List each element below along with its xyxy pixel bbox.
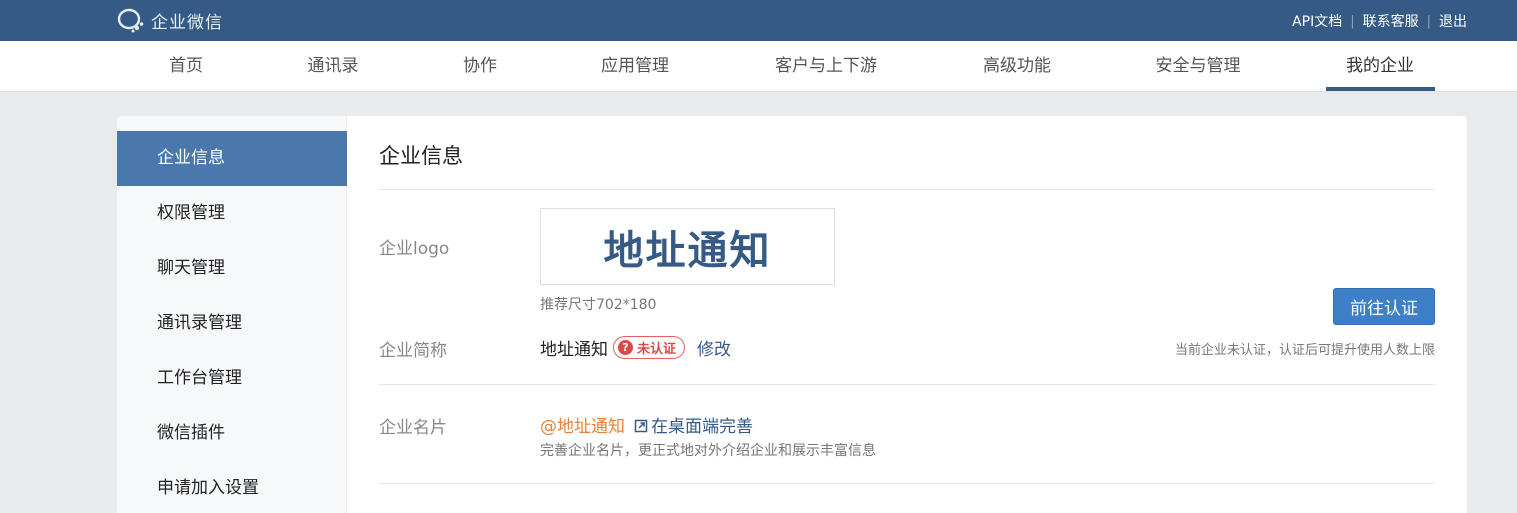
external-link-icon — [634, 418, 648, 432]
business-card-label: 企业名片 — [379, 418, 447, 438]
wecom-logo-icon — [117, 7, 147, 33]
business-card-hint: 完善企业名片，更正式地对外介绍企业和展示丰富信息 — [540, 443, 876, 459]
sidebar-item-wechat-plugin[interactable]: 微信插件 — [117, 406, 347, 461]
sidebar-item-workbench[interactable]: 工作台管理 — [117, 351, 347, 406]
nav-contacts[interactable]: 通讯录 — [308, 41, 359, 91]
company-logo-text: 地址通知 — [603, 227, 772, 274]
api-docs-link[interactable]: API文档 — [1292, 11, 1342, 31]
nav-customers[interactable]: 客户与上下游 — [775, 41, 877, 91]
title-divider — [379, 189, 1435, 190]
nav-active-indicator — [1326, 87, 1435, 91]
business-card-row: @地址通知 在桌面端完善 — [540, 412, 753, 437]
complete-on-desktop-link[interactable]: 在桌面端完善 — [651, 412, 753, 437]
nav-advanced[interactable]: 高级功能 — [983, 41, 1051, 91]
logo-label: 企业logo — [379, 239, 450, 259]
top-links: API文档 | 联系客服 | 退出 — [1292, 11, 1467, 31]
divider: | — [1350, 13, 1355, 29]
logout-link[interactable]: 退出 — [1439, 11, 1467, 31]
badge-label: 未认证 — [637, 342, 677, 357]
nav-security[interactable]: 安全与管理 — [1156, 41, 1241, 91]
nav-my-company[interactable]: 我的企业 — [1346, 41, 1414, 91]
page-title: 企业信息 — [379, 144, 463, 168]
main-panel: 企业信息 企业logo 地址通知 推荐尺寸702*180 企业简称 地址通知 ?… — [379, 116, 1435, 513]
sidebar-item-chat[interactable]: 聊天管理 — [117, 241, 347, 296]
short-name-value: 地址通知 — [540, 340, 608, 360]
top-bar: 企业微信 API文档 | 联系客服 | 退出 — [0, 0, 1517, 41]
sidebar-item-join-settings[interactable]: 申请加入设置 — [117, 461, 347, 513]
bottom-divider — [379, 483, 1435, 484]
verify-hint: 当前企业未认证，认证后可提升使用人数上限 — [1174, 343, 1435, 358]
brand-logo[interactable]: 企业微信 — [117, 7, 223, 33]
content-card: 企业信息 权限管理 聊天管理 通讯录管理 工作台管理 微信插件 申请加入设置 企… — [117, 116, 1467, 513]
edit-short-name-link[interactable]: 修改 — [697, 335, 731, 360]
nav-collaboration[interactable]: 协作 — [463, 41, 497, 91]
go-verify-button[interactable]: 前往认证 — [1333, 288, 1435, 325]
nav-home[interactable]: 首页 — [169, 41, 203, 91]
sidebar: 企业信息 权限管理 聊天管理 通讯录管理 工作台管理 微信插件 申请加入设置 — [117, 116, 347, 513]
nav-app-management[interactable]: 应用管理 — [601, 41, 669, 91]
sidebar-item-company-info[interactable]: 企业信息 — [117, 131, 347, 186]
contact-support-link[interactable]: 联系客服 — [1363, 11, 1419, 31]
logo-size-hint: 推荐尺寸702*180 — [540, 297, 657, 313]
short-name-label: 企业简称 — [379, 341, 447, 361]
section-divider — [379, 384, 1435, 385]
divider: | — [1426, 13, 1431, 29]
question-circle-icon: ? — [618, 340, 633, 355]
unverified-badge: ? 未认证 — [613, 336, 686, 359]
sidebar-item-permissions[interactable]: 权限管理 — [117, 186, 347, 241]
short-name-row: 地址通知 ? 未认证 修改 — [540, 335, 731, 360]
sidebar-item-contacts[interactable]: 通讯录管理 — [117, 296, 347, 351]
brand-name: 企业微信 — [151, 12, 223, 33]
main-nav: 首页 通讯录 协作 应用管理 客户与上下游 高级功能 安全与管理 我的企业 — [0, 41, 1517, 92]
company-logo[interactable]: 地址通知 — [540, 208, 835, 285]
business-card-name[interactable]: @地址通知 — [540, 412, 625, 437]
